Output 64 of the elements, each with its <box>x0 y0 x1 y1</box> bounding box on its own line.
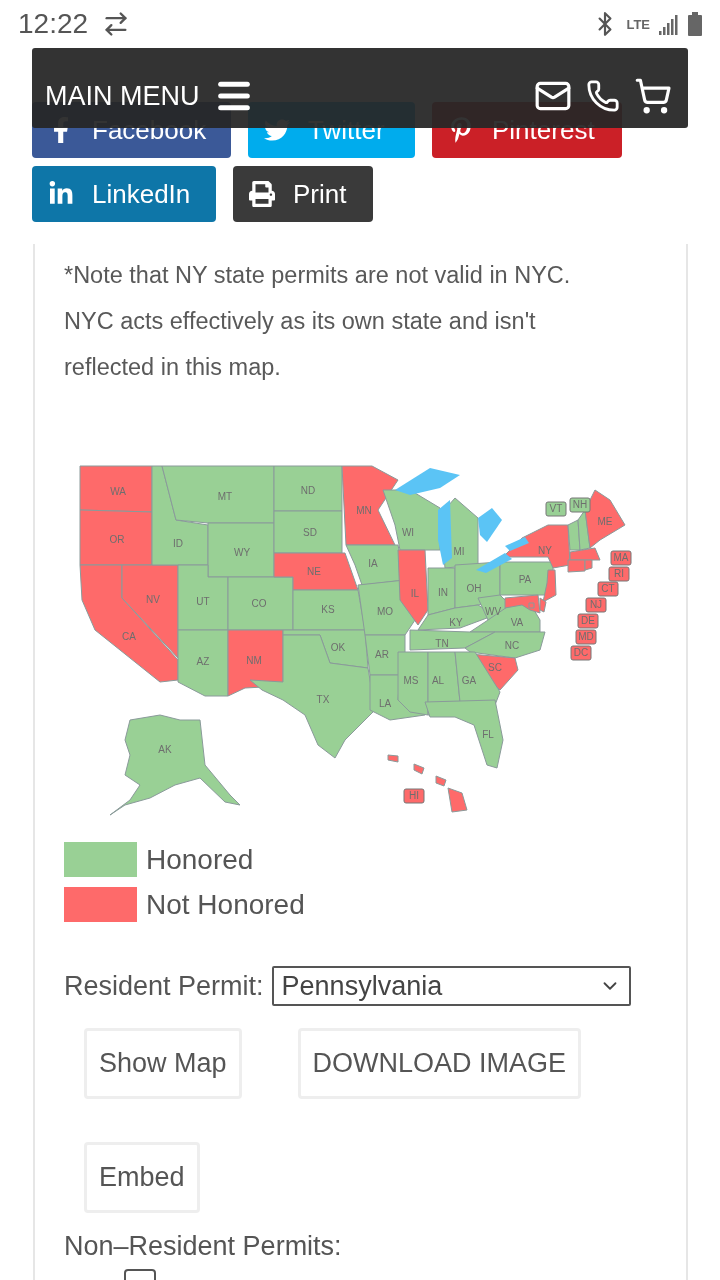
state-label: VA <box>510 616 524 628</box>
state-label: OH <box>466 582 482 594</box>
state-label: KY <box>449 616 463 628</box>
clock-time: 12:22 <box>18 8 89 40</box>
state-label: NC <box>504 639 520 651</box>
state-label: WY <box>233 546 251 558</box>
state-label: IN <box>438 586 448 598</box>
state-label: AL <box>431 674 445 686</box>
state-label: WV <box>484 605 502 617</box>
state-label: LA <box>378 697 392 709</box>
state-label: GA <box>461 674 477 686</box>
state-tag: NJ <box>585 597 607 613</box>
state-label: ME <box>597 515 613 527</box>
network-type: LTE <box>626 17 650 31</box>
state-label: PA <box>518 573 532 585</box>
state-tag: CT <box>597 581 619 597</box>
permit-label: Resident Permit: <box>64 970 264 1002</box>
state-label: OK <box>330 641 346 653</box>
state-label: OR <box>109 533 125 545</box>
state-label: MI <box>453 545 465 557</box>
state-label: IA <box>368 557 378 569</box>
share-button[interactable]: LinkedIn <box>32 166 216 222</box>
state-label: SC <box>488 661 502 673</box>
state-label: TX <box>316 693 330 705</box>
state-label: WI <box>401 526 415 538</box>
state-label: AR <box>375 648 389 660</box>
section-label: Non–Resident Permits: <box>64 1231 343 1261</box>
state-label: MS <box>403 674 419 686</box>
legend-label: Not Honored <box>146 888 305 921</box>
state-label: NV <box>146 593 160 605</box>
state-label: KS <box>321 603 335 615</box>
state-tag: RI <box>608 566 630 582</box>
state-tag: DE <box>577 613 599 629</box>
state-tag: VT <box>545 501 567 517</box>
state-label: WA <box>110 485 126 497</box>
state-label: AK <box>158 743 172 755</box>
action-button[interactable]: DOWNLOAD IMAGE <box>297 1028 582 1099</box>
share-button[interactable]: Print <box>233 166 373 222</box>
action-button[interactable]: Show Map <box>84 1028 242 1099</box>
state-label: FL <box>482 728 494 740</box>
state-label: ND <box>300 484 316 496</box>
state-tag: MD <box>575 629 597 645</box>
note-text: *Note that NY state permits are not valid in NYC. NYC acts effectively as its own state and isn't reflected in this map. <box>64 261 572 382</box>
state-label: NY <box>538 544 552 556</box>
state-label: CA <box>122 630 136 642</box>
state-label: TN <box>435 637 449 649</box>
state-label: ID <box>173 537 183 549</box>
state-tag: HI <box>403 788 425 804</box>
legend-label: Honored <box>146 843 254 876</box>
state-tag: NH <box>569 497 591 513</box>
state-label: AZ <box>196 655 210 667</box>
state-label: IL <box>410 587 420 599</box>
state-tag: MA <box>610 550 632 566</box>
state-label: MT <box>217 490 233 502</box>
state-label: CO <box>251 597 267 609</box>
state-label: MN <box>356 504 372 516</box>
state-label: NE <box>307 565 321 577</box>
state-label: UT <box>196 595 210 607</box>
state-select[interactable]: Pennsylvania <box>271 966 631 1006</box>
state-label: NM <box>246 654 262 666</box>
state-label: SD <box>303 526 317 538</box>
state-tag: DC <box>570 645 592 661</box>
state-label: MO <box>376 605 394 617</box>
action-button[interactable]: Embed <box>84 1142 200 1213</box>
